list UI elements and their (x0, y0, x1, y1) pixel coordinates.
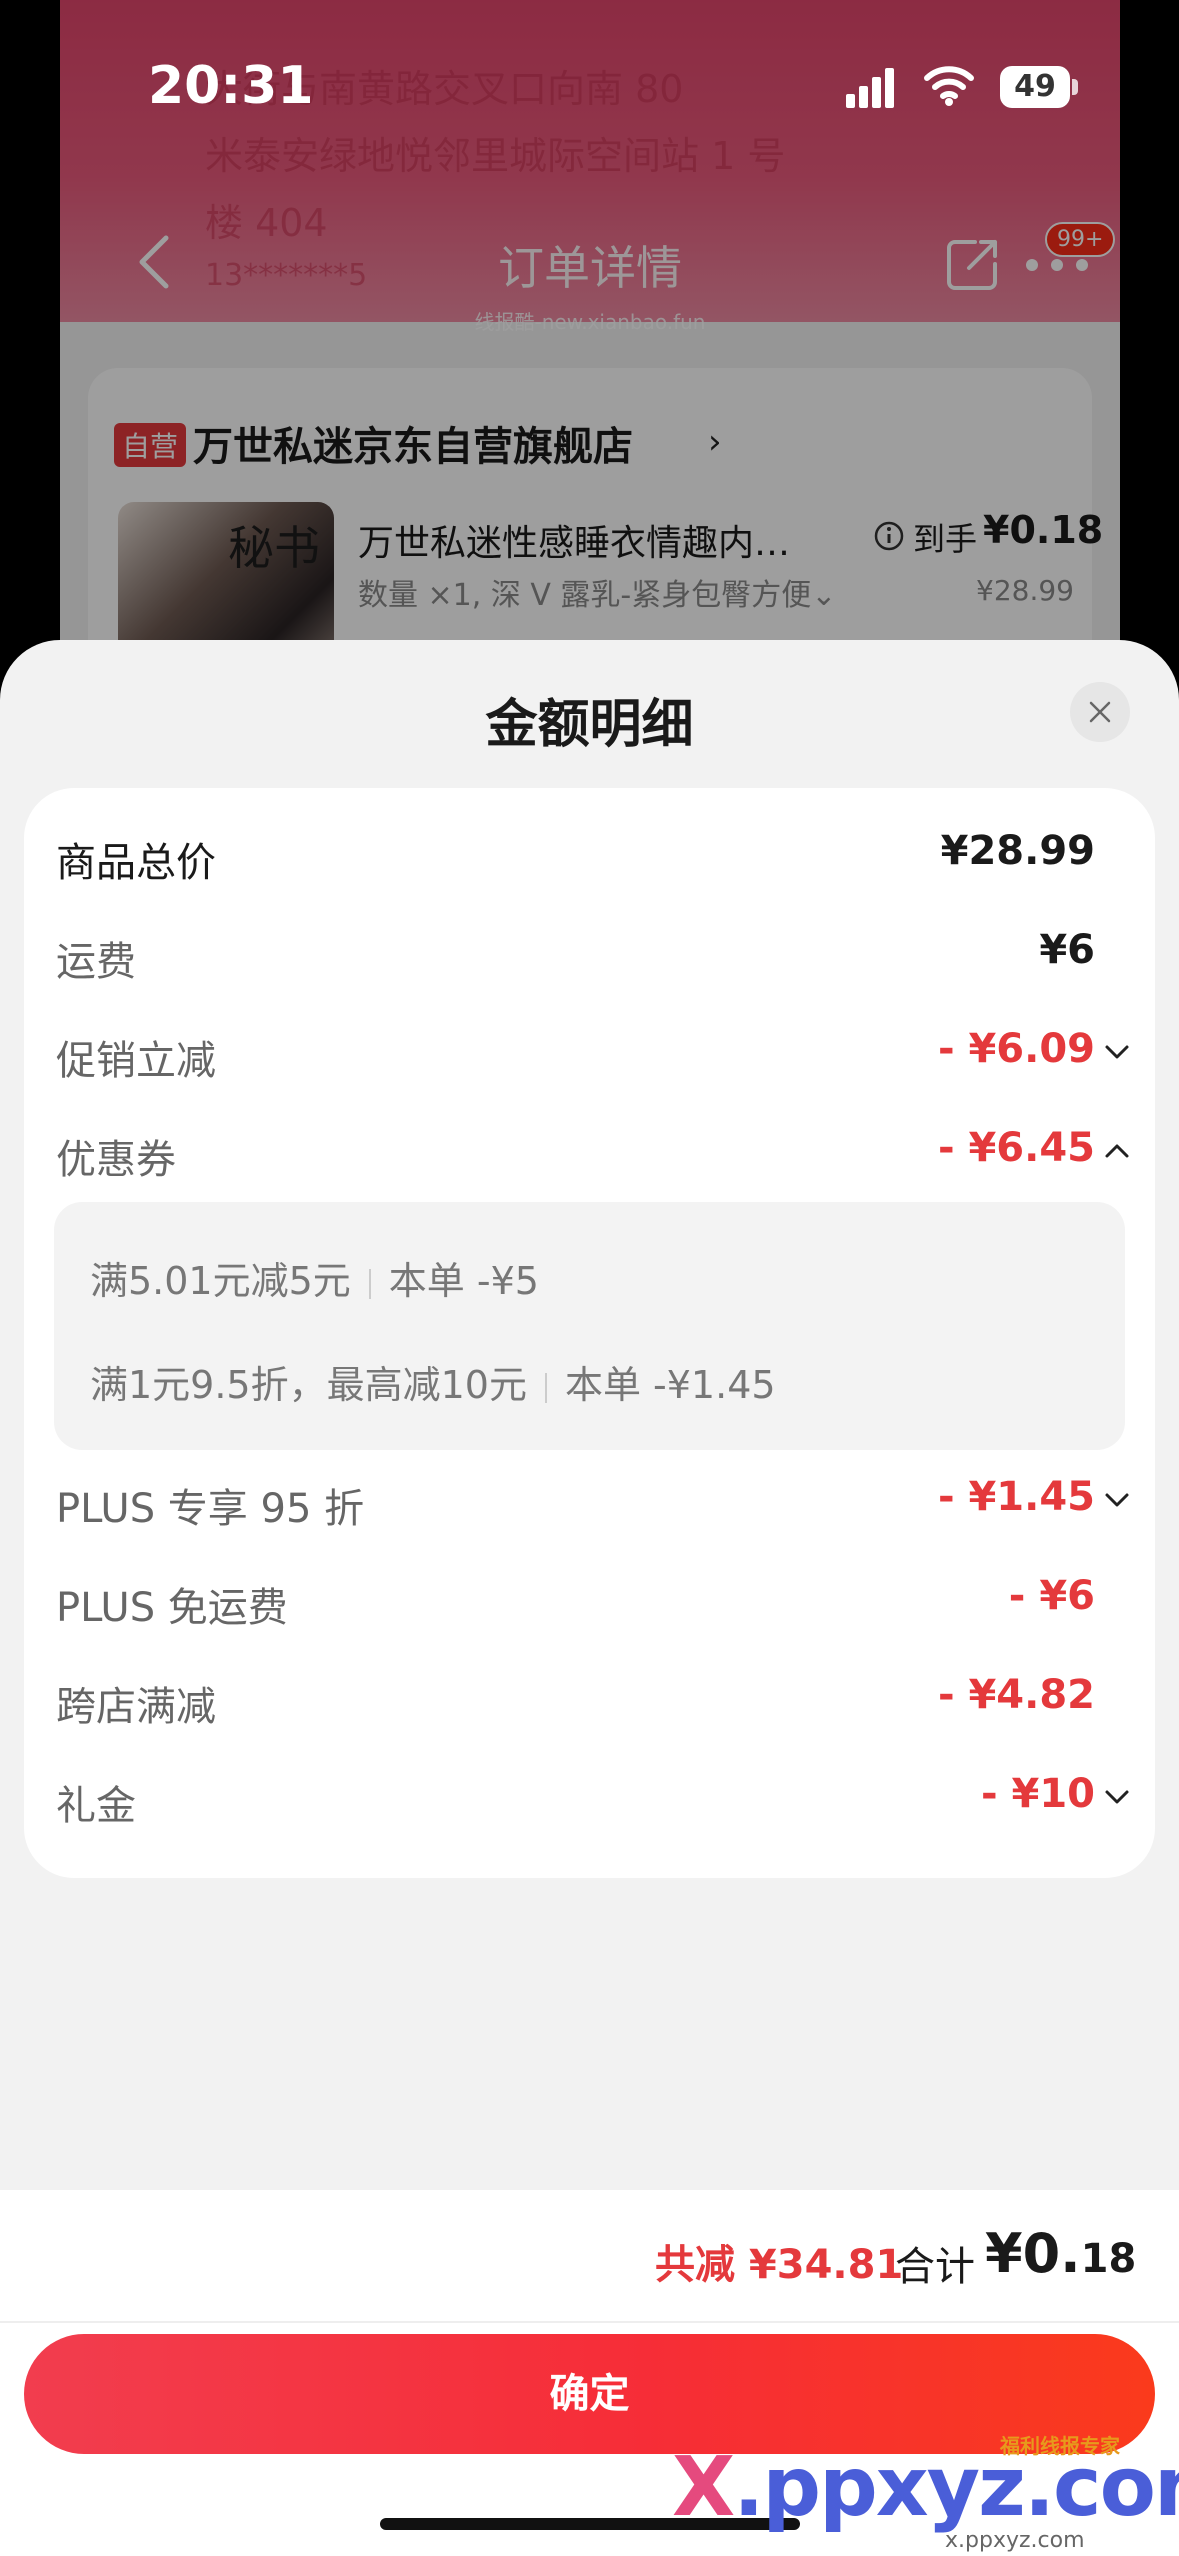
confirm-button[interactable]: 确定 (24, 2334, 1155, 2454)
row-label: PLUS 专享 95 折 (56, 1486, 365, 1532)
divider (544, 1372, 547, 1403)
row-plus-free-shipping: PLUS 免运费 - ¥6 (24, 1565, 1155, 1635)
row-label: 商品总价 (56, 840, 216, 886)
close-button[interactable] (1070, 682, 1130, 742)
total-label: 合计 (895, 2244, 975, 2290)
divider (0, 2321, 1179, 2323)
row-gift-money[interactable]: 礼金 - ¥10 (24, 1763, 1155, 1833)
row-label: 跨店满减 (56, 1684, 216, 1730)
cellular-signal-icon (846, 68, 894, 108)
row-value: ¥28.99 (940, 828, 1095, 874)
watermark-logo: X.ppxyz.com (672, 2440, 1179, 2535)
coupon-item: 满5.01元减5元 本单 -¥5 (90, 1250, 539, 1305)
row-label: 礼金 (56, 1783, 136, 1829)
divider (368, 1268, 371, 1299)
row-value: ¥6 (1039, 927, 1095, 973)
amount-detail-card: 商品总价 ¥28.99 运费 ¥6 促销立减 - ¥6.09 优惠券 - ¥6.… (24, 788, 1155, 1878)
row-coupon[interactable]: 优惠券 - ¥6.45 (24, 1117, 1155, 1187)
watermark-url: x.ppxyz.com (945, 2528, 1085, 2553)
row-label: 运费 (56, 939, 136, 985)
watermark-logo-domain: .ppxyz.com (733, 2440, 1179, 2535)
wifi-icon (924, 66, 974, 106)
coupon-detail-box: 满5.01元减5元 本单 -¥5 满1元9.5折，最高减10元 本单 -¥1.45 (54, 1202, 1125, 1450)
row-value: - ¥4.82 (937, 1672, 1095, 1718)
row-goods-total: 商品总价 ¥28.99 (24, 820, 1155, 890)
status-time: 20:31 (148, 56, 314, 116)
row-value: - ¥1.45 (937, 1474, 1095, 1520)
watermark-logo-x: X (672, 2440, 735, 2535)
row-value: - ¥6 (1008, 1573, 1095, 1619)
row-label: 促销立减 (56, 1038, 216, 1084)
row-label: PLUS 免运费 (56, 1585, 288, 1631)
row-value: - ¥10 (980, 1771, 1095, 1817)
chevron-up-icon[interactable] (1103, 1141, 1131, 1161)
coupon-amount: 本单 -¥5 (388, 1259, 539, 1303)
row-value: - ¥6.09 (937, 1026, 1095, 1072)
row-plus-discount[interactable]: PLUS 专享 95 折 - ¥1.45 (24, 1466, 1155, 1536)
battery-level: 49 (1000, 66, 1070, 108)
close-icon (1089, 701, 1111, 723)
coupon-amount: 本单 -¥1.45 (564, 1363, 776, 1407)
row-shipping: 运费 ¥6 (24, 919, 1155, 989)
battery-icon: 49 (1000, 66, 1078, 108)
row-cross-store-discount: 跨店满减 - ¥4.82 (24, 1664, 1155, 1734)
row-value: - ¥6.45 (937, 1125, 1095, 1171)
chevron-down-icon[interactable] (1103, 1490, 1131, 1510)
sheet-title: 金额明细 (485, 695, 694, 755)
total-discount: 共减 ¥34.81 (655, 2242, 904, 2288)
row-label: 优惠券 (56, 1137, 176, 1183)
total-amount-cents: 18 (1080, 2236, 1137, 2282)
battery-tip (1072, 79, 1078, 95)
chevron-down-icon[interactable] (1103, 1787, 1131, 1807)
total-amount-main: ¥0. (985, 2222, 1081, 2285)
chevron-down-icon[interactable] (1103, 1042, 1131, 1062)
row-promotion[interactable]: 促销立减 - ¥6.09 (24, 1018, 1155, 1088)
coupon-item: 满1元9.5折，最高减10元 本单 -¥1.45 (90, 1354, 776, 1409)
total-amount: ¥0.18 (985, 2222, 1136, 2285)
coupon-rule: 满1元9.5折，最高减10元 (90, 1363, 527, 1407)
coupon-rule: 满5.01元减5元 (90, 1259, 351, 1303)
